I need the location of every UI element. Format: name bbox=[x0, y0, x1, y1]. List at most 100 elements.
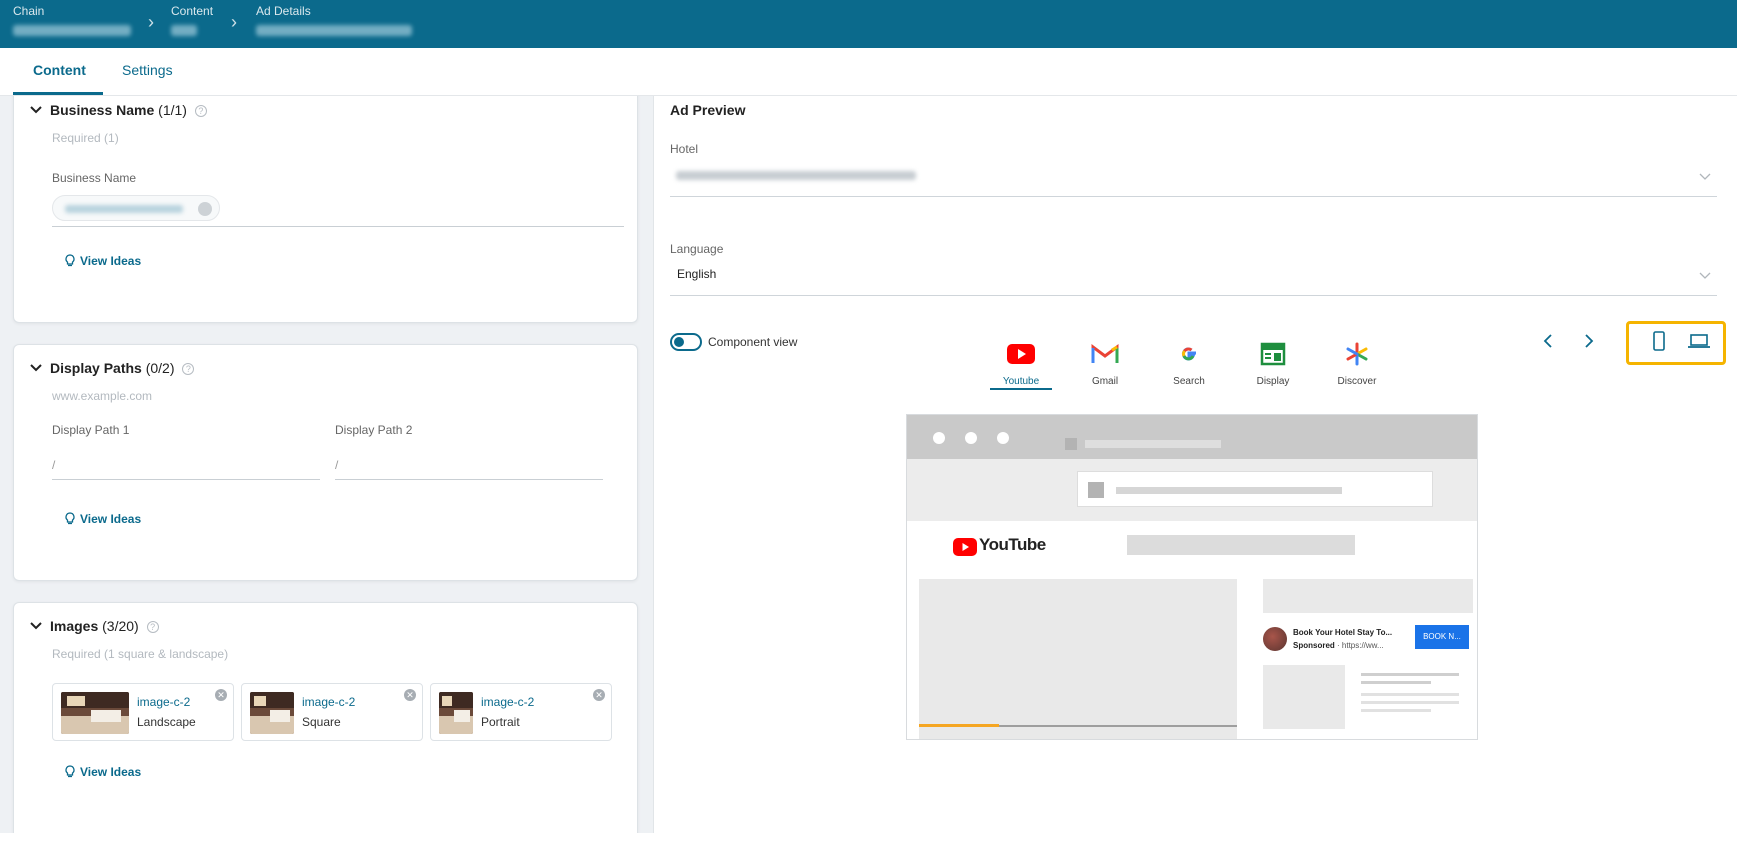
window-dot bbox=[965, 432, 977, 444]
platform-label: Discover bbox=[1337, 376, 1377, 387]
view-ideas-label: View Ideas bbox=[80, 765, 142, 779]
display-path-2-input[interactable]: / bbox=[335, 458, 338, 472]
platform-label: Youtube bbox=[1002, 376, 1040, 387]
language-select[interactable]: English bbox=[677, 267, 716, 281]
breadcrumb-content[interactable]: Content bbox=[171, 2, 213, 36]
hotel-room-photo bbox=[439, 692, 473, 734]
help-icon[interactable]: ? bbox=[182, 363, 195, 376]
section-count: (1/1) bbox=[158, 102, 187, 118]
bottom-edge bbox=[0, 833, 1737, 843]
advertiser-avatar bbox=[1263, 627, 1287, 651]
video-progress-bar bbox=[919, 724, 999, 727]
image-kind: Square bbox=[302, 715, 341, 729]
text-line-placeholder bbox=[1361, 681, 1431, 684]
address-bar-placeholder bbox=[1077, 471, 1433, 507]
breadcrumb-ad-details: Ad Details bbox=[256, 2, 412, 36]
image-card[interactable]: image-c-2 Square ✕ bbox=[241, 683, 423, 741]
remove-image-icon[interactable]: ✕ bbox=[215, 689, 227, 701]
sponsored-label: Sponsored bbox=[1293, 641, 1335, 650]
tab-title-placeholder bbox=[1085, 440, 1221, 448]
breadcrumb-chain[interactable]: Chain bbox=[13, 2, 131, 36]
left-column: Business Name (1/1) ? Required (1) Busin… bbox=[0, 96, 653, 833]
tab-bar: Content Settings bbox=[0, 48, 1737, 96]
ad-headline: Book Your Hotel Stay To... bbox=[1293, 628, 1393, 637]
text-placeholder bbox=[1116, 487, 1342, 494]
section-title-text: Display Paths bbox=[50, 360, 142, 376]
platform-search[interactable]: Search bbox=[1154, 341, 1224, 387]
chevron-down-icon[interactable] bbox=[1699, 269, 1711, 281]
remove-image-icon[interactable]: ✕ bbox=[404, 689, 416, 701]
text-line-placeholder bbox=[1361, 701, 1459, 704]
window-dot bbox=[933, 432, 945, 444]
active-platform-indicator bbox=[990, 388, 1052, 390]
image-card[interactable]: image-c-2 Portrait ✕ bbox=[430, 683, 612, 741]
ad-meta: Sponsored · https://ww... bbox=[1293, 641, 1384, 650]
tab-content[interactable]: Content bbox=[33, 62, 86, 78]
display-path-1-label: Display Path 1 bbox=[52, 423, 130, 437]
platform-display[interactable]: Display bbox=[1238, 341, 1308, 387]
chevron-down-icon[interactable] bbox=[30, 362, 42, 374]
business-name-chip[interactable] bbox=[52, 195, 220, 221]
platform-youtube[interactable]: Youtube bbox=[986, 341, 1056, 387]
section-title: Business Name (1/1) ? bbox=[50, 102, 207, 118]
ad-url: https://ww... bbox=[1341, 641, 1384, 650]
field-underline bbox=[335, 479, 603, 480]
breadcrumb-label: Ad Details bbox=[256, 4, 311, 18]
view-ideas-link[interactable]: View Ideas bbox=[64, 765, 141, 779]
field-underline bbox=[52, 226, 624, 227]
breadcrumb-label: Content bbox=[171, 4, 214, 18]
video-player-placeholder bbox=[919, 579, 1237, 739]
chip-value-redacted bbox=[65, 205, 183, 213]
images-card: Images (3/20) ? Required (1 square & lan… bbox=[13, 602, 638, 833]
component-view-toggle[interactable] bbox=[670, 333, 702, 351]
help-icon[interactable]: ? bbox=[194, 105, 207, 118]
laptop-device-icon[interactable] bbox=[1687, 329, 1711, 353]
icon-placeholder bbox=[1088, 482, 1104, 498]
section-count: (0/2) bbox=[145, 360, 175, 376]
section-title-text: Images bbox=[50, 618, 99, 634]
help-icon[interactable]: ? bbox=[146, 621, 159, 634]
breadcrumb-value-redacted bbox=[13, 25, 131, 36]
chevron-down-icon[interactable] bbox=[30, 104, 42, 116]
image-thumbnail bbox=[439, 692, 473, 734]
display-paths-card: Display Paths (0/2) ? www.example.com Di… bbox=[13, 344, 638, 581]
lightbulb-icon bbox=[65, 765, 75, 778]
top-header: Chain › Content › Ad Details bbox=[0, 0, 1737, 48]
platform-discover[interactable]: Discover bbox=[1322, 341, 1392, 387]
ad-card[interactable]: Book Your Hotel Stay To... Sponsored · h… bbox=[1263, 625, 1473, 655]
lightbulb-icon bbox=[65, 512, 75, 525]
remove-image-icon[interactable]: ✕ bbox=[593, 689, 605, 701]
platform-label: Search bbox=[1173, 376, 1205, 387]
breadcrumb-separator-icon: › bbox=[148, 12, 154, 32]
image-name: image-c-2 bbox=[481, 695, 535, 709]
breadcrumb-label: Chain bbox=[13, 4, 45, 18]
language-select-underline bbox=[670, 295, 1717, 296]
section-title: Images (3/20) ? bbox=[50, 618, 159, 634]
text-line-placeholder bbox=[1361, 709, 1431, 712]
active-tab-indicator bbox=[13, 92, 103, 95]
ad-preview-panel: Ad Preview Hotel Language English Compon… bbox=[653, 96, 1737, 833]
hotel-select-value-redacted[interactable] bbox=[676, 171, 916, 180]
view-ideas-link[interactable]: View Ideas bbox=[64, 512, 141, 526]
view-ideas-link[interactable]: View Ideas bbox=[64, 254, 141, 268]
book-now-button[interactable]: BOOK N... bbox=[1415, 625, 1469, 649]
chevron-down-icon[interactable] bbox=[1699, 170, 1711, 182]
image-card[interactable]: image-c-2 Landscape ✕ bbox=[52, 683, 234, 741]
chevron-left-icon[interactable] bbox=[1541, 333, 1557, 349]
image-name: image-c-2 bbox=[302, 695, 356, 709]
example-hint: www.example.com bbox=[52, 389, 153, 403]
platform-gmail[interactable]: Gmail bbox=[1070, 341, 1140, 387]
section-count: (3/20) bbox=[102, 618, 139, 634]
tab-settings[interactable]: Settings bbox=[122, 62, 173, 78]
display-path-1-input[interactable]: / bbox=[52, 458, 55, 472]
platform-label: Gmail bbox=[1091, 376, 1119, 387]
view-ideas-label: View Ideas bbox=[80, 254, 142, 268]
required-hint: Required (1) bbox=[52, 131, 119, 145]
breadcrumb-separator-icon: › bbox=[231, 12, 237, 32]
chevron-down-icon[interactable] bbox=[30, 620, 42, 632]
browser-address-area bbox=[907, 459, 1477, 521]
mobile-device-icon[interactable] bbox=[1647, 329, 1671, 353]
chip-remove-icon[interactable] bbox=[198, 202, 212, 216]
chevron-right-icon[interactable] bbox=[1580, 333, 1596, 349]
gmail-icon bbox=[1091, 344, 1119, 363]
